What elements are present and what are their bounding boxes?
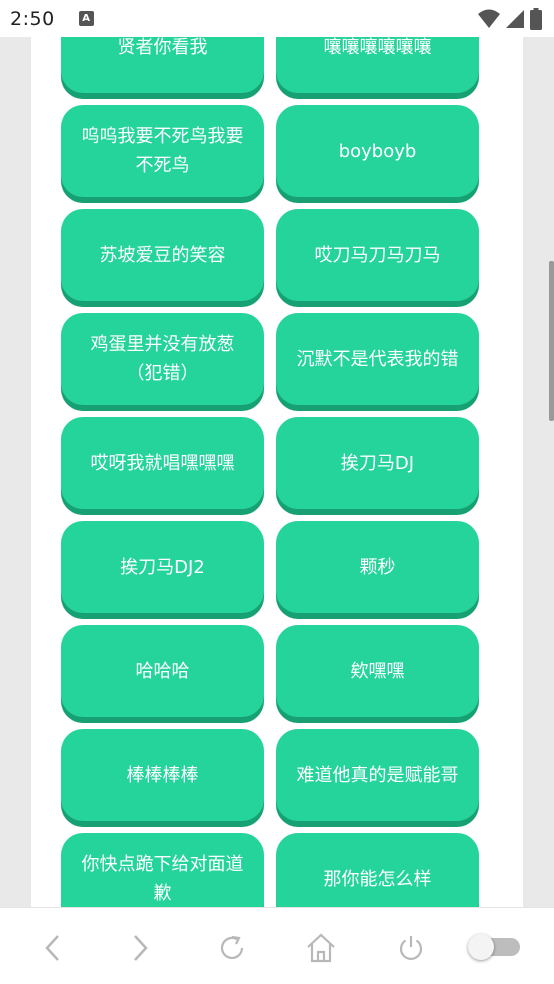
sound-button[interactable]: 挨刀马DJ2 bbox=[61, 521, 264, 613]
sound-button-label: 呜呜我要不死鸟我要不死鸟 bbox=[81, 126, 244, 176]
sound-button[interactable]: 难道他真的是赋能哥 bbox=[276, 729, 479, 821]
back-button[interactable] bbox=[32, 928, 72, 968]
sound-button-label: 难道他真的是赋能哥 bbox=[296, 764, 459, 786]
sound-button-label: 嚷嚷嚷嚷嚷嚷 bbox=[323, 37, 432, 58]
sound-button[interactable]: 棒棒棒棒 bbox=[61, 729, 264, 821]
home-button[interactable] bbox=[301, 928, 341, 968]
sound-button-label: 欸嘿嘿 bbox=[350, 660, 405, 682]
status-icons bbox=[478, 8, 542, 30]
battery-icon bbox=[530, 8, 542, 30]
page-background[interactable]: 贤者你看我 嚷嚷嚷嚷嚷嚷 呜呜我要不死鸟我要不死鸟 boyboyb 苏坡爱豆的笑… bbox=[0, 37, 554, 907]
refresh-icon bbox=[220, 935, 244, 960]
sound-button[interactable]: 欸嘿嘿 bbox=[276, 625, 479, 717]
back-icon bbox=[45, 935, 59, 961]
toggle-knob bbox=[468, 934, 494, 960]
sound-button[interactable]: 嚷嚷嚷嚷嚷嚷 bbox=[276, 37, 479, 93]
sound-button-label: 棒棒棒棒 bbox=[126, 764, 199, 786]
toggle-switch[interactable] bbox=[468, 934, 522, 960]
sound-button[interactable]: 挨刀马DJ bbox=[276, 417, 479, 509]
wifi-icon bbox=[478, 9, 500, 28]
sound-button[interactable]: 哎刀马刀马刀马 bbox=[276, 209, 479, 301]
power-icon bbox=[399, 936, 423, 960]
status-bar: 2:50 A bbox=[0, 0, 554, 37]
forward-button[interactable] bbox=[121, 928, 161, 968]
signal-icon bbox=[506, 10, 524, 28]
sound-button-label: 苏坡爱豆的笑容 bbox=[99, 244, 226, 266]
sound-button[interactable]: boyboyb bbox=[276, 105, 479, 197]
sound-button[interactable]: 哈哈哈 bbox=[61, 625, 264, 717]
content-card: 贤者你看我 嚷嚷嚷嚷嚷嚷 呜呜我要不死鸟我要不死鸟 boyboyb 苏坡爱豆的笑… bbox=[31, 37, 523, 907]
forward-icon bbox=[134, 935, 148, 961]
sound-button-grid: 贤者你看我 嚷嚷嚷嚷嚷嚷 呜呜我要不死鸟我要不死鸟 boyboyb 苏坡爱豆的笑… bbox=[61, 37, 481, 907]
sound-button-label: 哈哈哈 bbox=[135, 660, 190, 682]
sound-button[interactable]: 哎呀我就唱嘿嘿嘿 bbox=[61, 417, 264, 509]
sound-button-label: 挨刀马DJ2 bbox=[120, 556, 205, 578]
sound-button[interactable]: 贤者你看我 bbox=[61, 37, 264, 93]
sound-button[interactable]: 那你能怎么样 bbox=[276, 833, 479, 907]
sound-button-label: 沉默不是代表我的错 bbox=[296, 348, 459, 370]
sound-button-label: boyboyb bbox=[338, 140, 417, 162]
sound-button-label: 哎刀马刀马刀马 bbox=[314, 244, 441, 266]
home-icon bbox=[307, 933, 335, 963]
status-time: 2:50 bbox=[10, 7, 55, 30]
sound-button-label: 贤者你看我 bbox=[117, 37, 208, 58]
notification-a-icon: A bbox=[78, 11, 94, 26]
sound-button-label: 那你能怎么样 bbox=[323, 868, 432, 890]
sound-button[interactable]: 鸡蛋里并没有放葱（犯错） bbox=[61, 313, 264, 405]
sound-button-label: 你快点跪下给对面道歉 bbox=[81, 854, 244, 904]
power-button[interactable] bbox=[391, 928, 431, 968]
sound-button[interactable]: 沉默不是代表我的错 bbox=[276, 313, 479, 405]
sound-button-label: 哎呀我就唱嘿嘿嘿 bbox=[90, 452, 235, 474]
sound-button[interactable]: 苏坡爱豆的笑容 bbox=[61, 209, 264, 301]
sound-button-label: 颗秒 bbox=[359, 556, 396, 578]
sound-button-label: 鸡蛋里并没有放葱（犯错） bbox=[90, 334, 235, 384]
sound-button[interactable]: 颗秒 bbox=[276, 521, 479, 613]
bottom-nav-bar bbox=[0, 907, 554, 984]
sound-button[interactable]: 你快点跪下给对面道歉 bbox=[61, 833, 264, 907]
sound-button[interactable]: 呜呜我要不死鸟我要不死鸟 bbox=[61, 105, 264, 197]
scrollbar-thumb[interactable] bbox=[549, 261, 554, 421]
sound-button-label: 挨刀马DJ bbox=[340, 452, 415, 474]
refresh-button[interactable] bbox=[212, 928, 252, 968]
